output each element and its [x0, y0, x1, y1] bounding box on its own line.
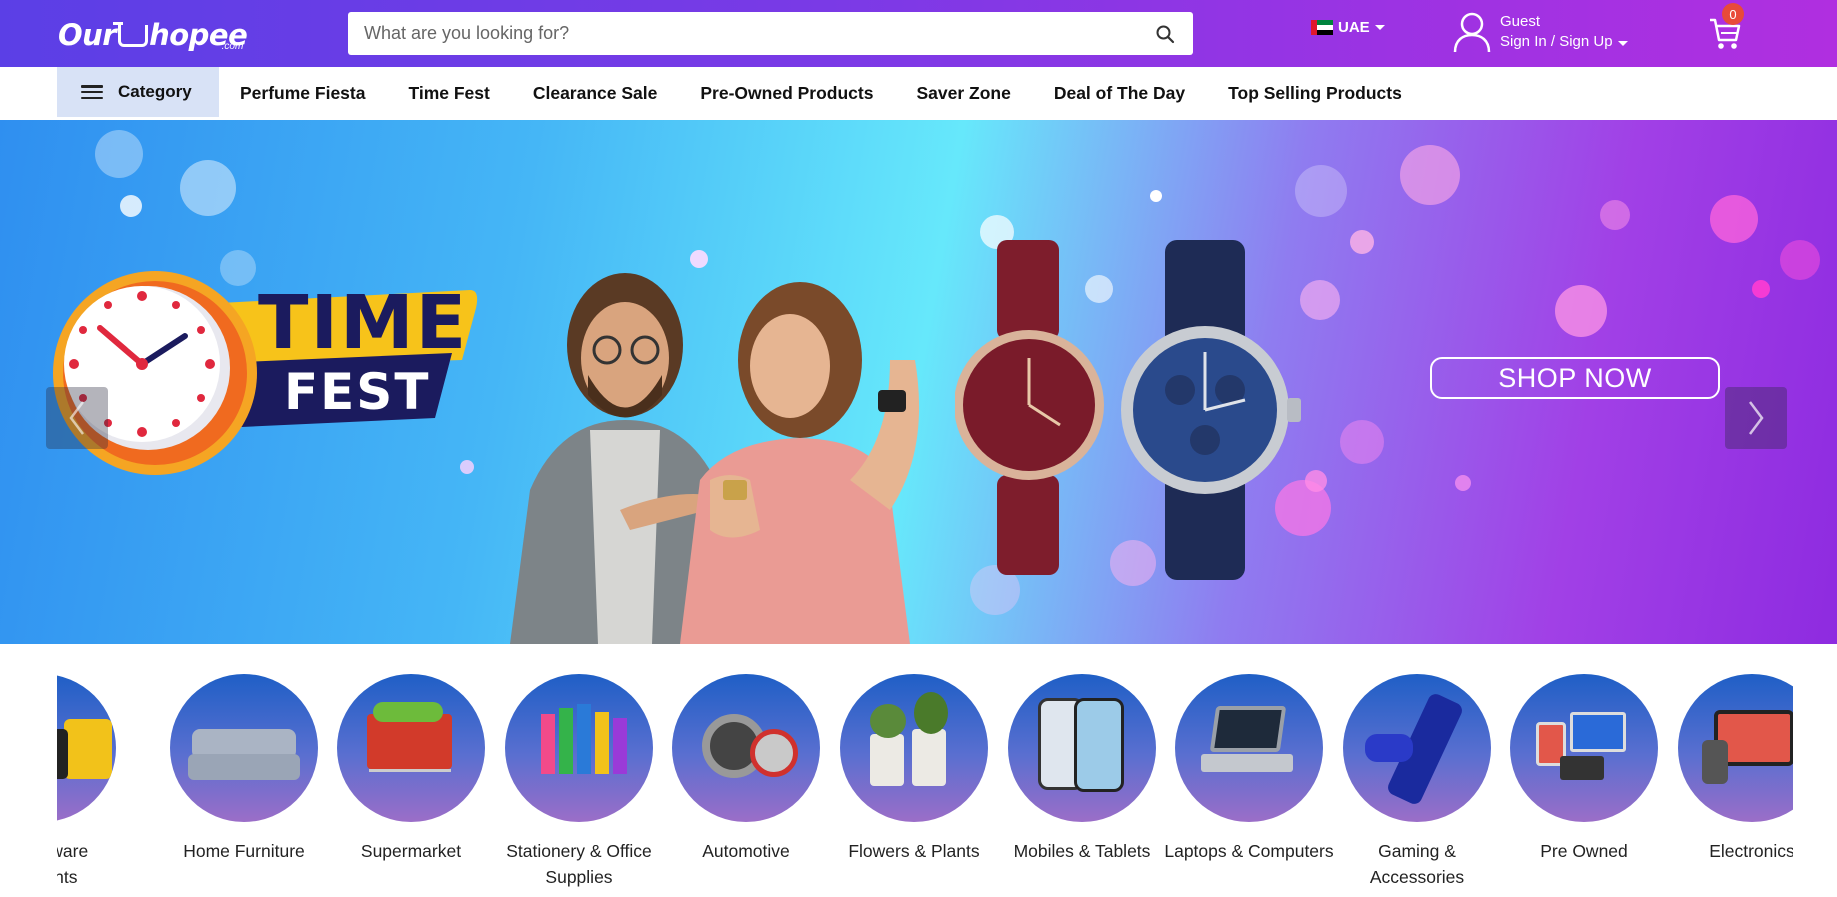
search-bar [348, 12, 1193, 55]
stationery-icon [505, 674, 653, 822]
nav-link-pre-owned[interactable]: Pre-Owned Products [700, 83, 873, 104]
category-label: Pre Owned [1540, 841, 1628, 861]
nav-link-time-fest[interactable]: Time Fest [408, 83, 489, 104]
category-label: & Hardware uipments [57, 841, 89, 887]
uae-flag-icon [1311, 20, 1333, 35]
chevron-right-icon [1749, 401, 1764, 435]
category-item-stationery[interactable]: Stationery & Office Supplies [494, 674, 664, 890]
account-guest-label: Guest [1500, 13, 1541, 30]
models-wearing-watches-image [510, 273, 920, 644]
account-menu[interactable]: Guest Sign In / Sign Up [1452, 10, 1628, 54]
nav-link-deal-of-the-day[interactable]: Deal of The Day [1054, 83, 1185, 104]
power-tools-icon [57, 674, 116, 822]
logo-cart-icon [113, 22, 149, 47]
plants-icon [840, 674, 988, 822]
badge-fest-text: FEST [284, 363, 431, 421]
category-item-hardware[interactable]: & Hardware uipments [57, 674, 127, 890]
sign-in-link[interactable]: Sign In / Sign Up [1500, 32, 1628, 52]
category-label: Supermarket [360, 841, 462, 861]
category-item-mobiles-tablets[interactable]: Mobiles & Tablets [997, 674, 1167, 864]
game-console-icon [1343, 674, 1491, 822]
user-icon [1453, 12, 1491, 53]
category-carousel: & Hardware uipments Home Furniture Super… [57, 668, 1793, 897]
shop-now-button[interactable]: SHOP NOW [1430, 357, 1720, 399]
badge-time-text: TIME [258, 280, 469, 366]
category-item-supermarket[interactable]: Supermarket [326, 674, 496, 864]
chevron-left-icon [69, 401, 84, 435]
car-parts-icon [672, 674, 820, 822]
cart-count-badge: 0 [1722, 3, 1744, 25]
category-item-laptops-computers[interactable]: Laptops & Computers [1164, 674, 1334, 864]
search-icon [1156, 25, 1175, 43]
category-item-automotive[interactable]: Automotive [661, 674, 831, 864]
hero-banner[interactable]: TIME FEST SHOP NOW [0, 120, 1837, 644]
country-selector[interactable]: UAE [1311, 19, 1385, 36]
chevron-down-icon [1374, 25, 1385, 30]
site-logo[interactable]: Our hopee .com [58, 10, 248, 52]
logo-text-our: Our [58, 18, 117, 52]
category-menu-button[interactable]: Category [57, 67, 219, 117]
carousel-next-button[interactable] [1725, 387, 1787, 449]
search-input[interactable] [348, 12, 1137, 55]
shopping-cart-icon [337, 674, 485, 822]
chevron-down-icon [1617, 41, 1628, 46]
category-item-pre-owned[interactable]: Pre Owned [1499, 674, 1669, 864]
devices-icon [1510, 674, 1658, 822]
carousel-prev-button[interactable] [46, 387, 108, 449]
nav-link-perfume-fiesta[interactable]: Perfume Fiesta [240, 83, 365, 104]
laptop-icon [1175, 674, 1323, 822]
category-label: Gaming & Accessories [1369, 841, 1465, 887]
category-label: Automotive [702, 841, 790, 861]
cart-button[interactable]: 0 [1708, 3, 1748, 50]
country-label: UAE [1338, 19, 1370, 36]
hamburger-icon [81, 85, 103, 99]
sofa-icon [170, 674, 318, 822]
watches-product-image [955, 240, 1301, 580]
logo-domain: .com [221, 41, 244, 52]
nav-link-saver-zone[interactable]: Saver Zone [916, 83, 1010, 104]
main-nav: Category Perfume Fiesta Time Fest Cleara… [0, 67, 1837, 120]
electronics-icon [1678, 674, 1793, 822]
site-header: Our hopee .com UAE Guest Sign In / Sign … [0, 0, 1837, 67]
category-item-home-furniture[interactable]: Home Furniture [159, 674, 329, 864]
category-label: Electronics [1709, 841, 1793, 861]
category-label: Flowers & Plants [848, 841, 980, 861]
category-label: Laptops & Computers [1164, 841, 1334, 861]
search-button[interactable] [1137, 12, 1193, 55]
nav-link-clearance-sale[interactable]: Clearance Sale [533, 83, 658, 104]
nav-link-top-selling[interactable]: Top Selling Products [1228, 83, 1402, 104]
category-label: Stationery & Office Supplies [506, 841, 652, 887]
nav-links: Perfume Fiesta Time Fest Clearance Sale … [240, 67, 1445, 120]
category-label: Mobiles & Tablets [1013, 841, 1151, 861]
sign-in-label: Sign In / Sign Up [1500, 33, 1613, 50]
smartphone-icon [1008, 674, 1156, 822]
category-item-flowers-plants[interactable]: Flowers & Plants [829, 674, 999, 864]
category-label: Home Furniture [183, 841, 305, 861]
category-item-electronics[interactable]: Electronics [1667, 674, 1793, 864]
category-item-gaming[interactable]: Gaming & Accessories [1332, 674, 1502, 890]
category-label: Category [118, 82, 192, 101]
